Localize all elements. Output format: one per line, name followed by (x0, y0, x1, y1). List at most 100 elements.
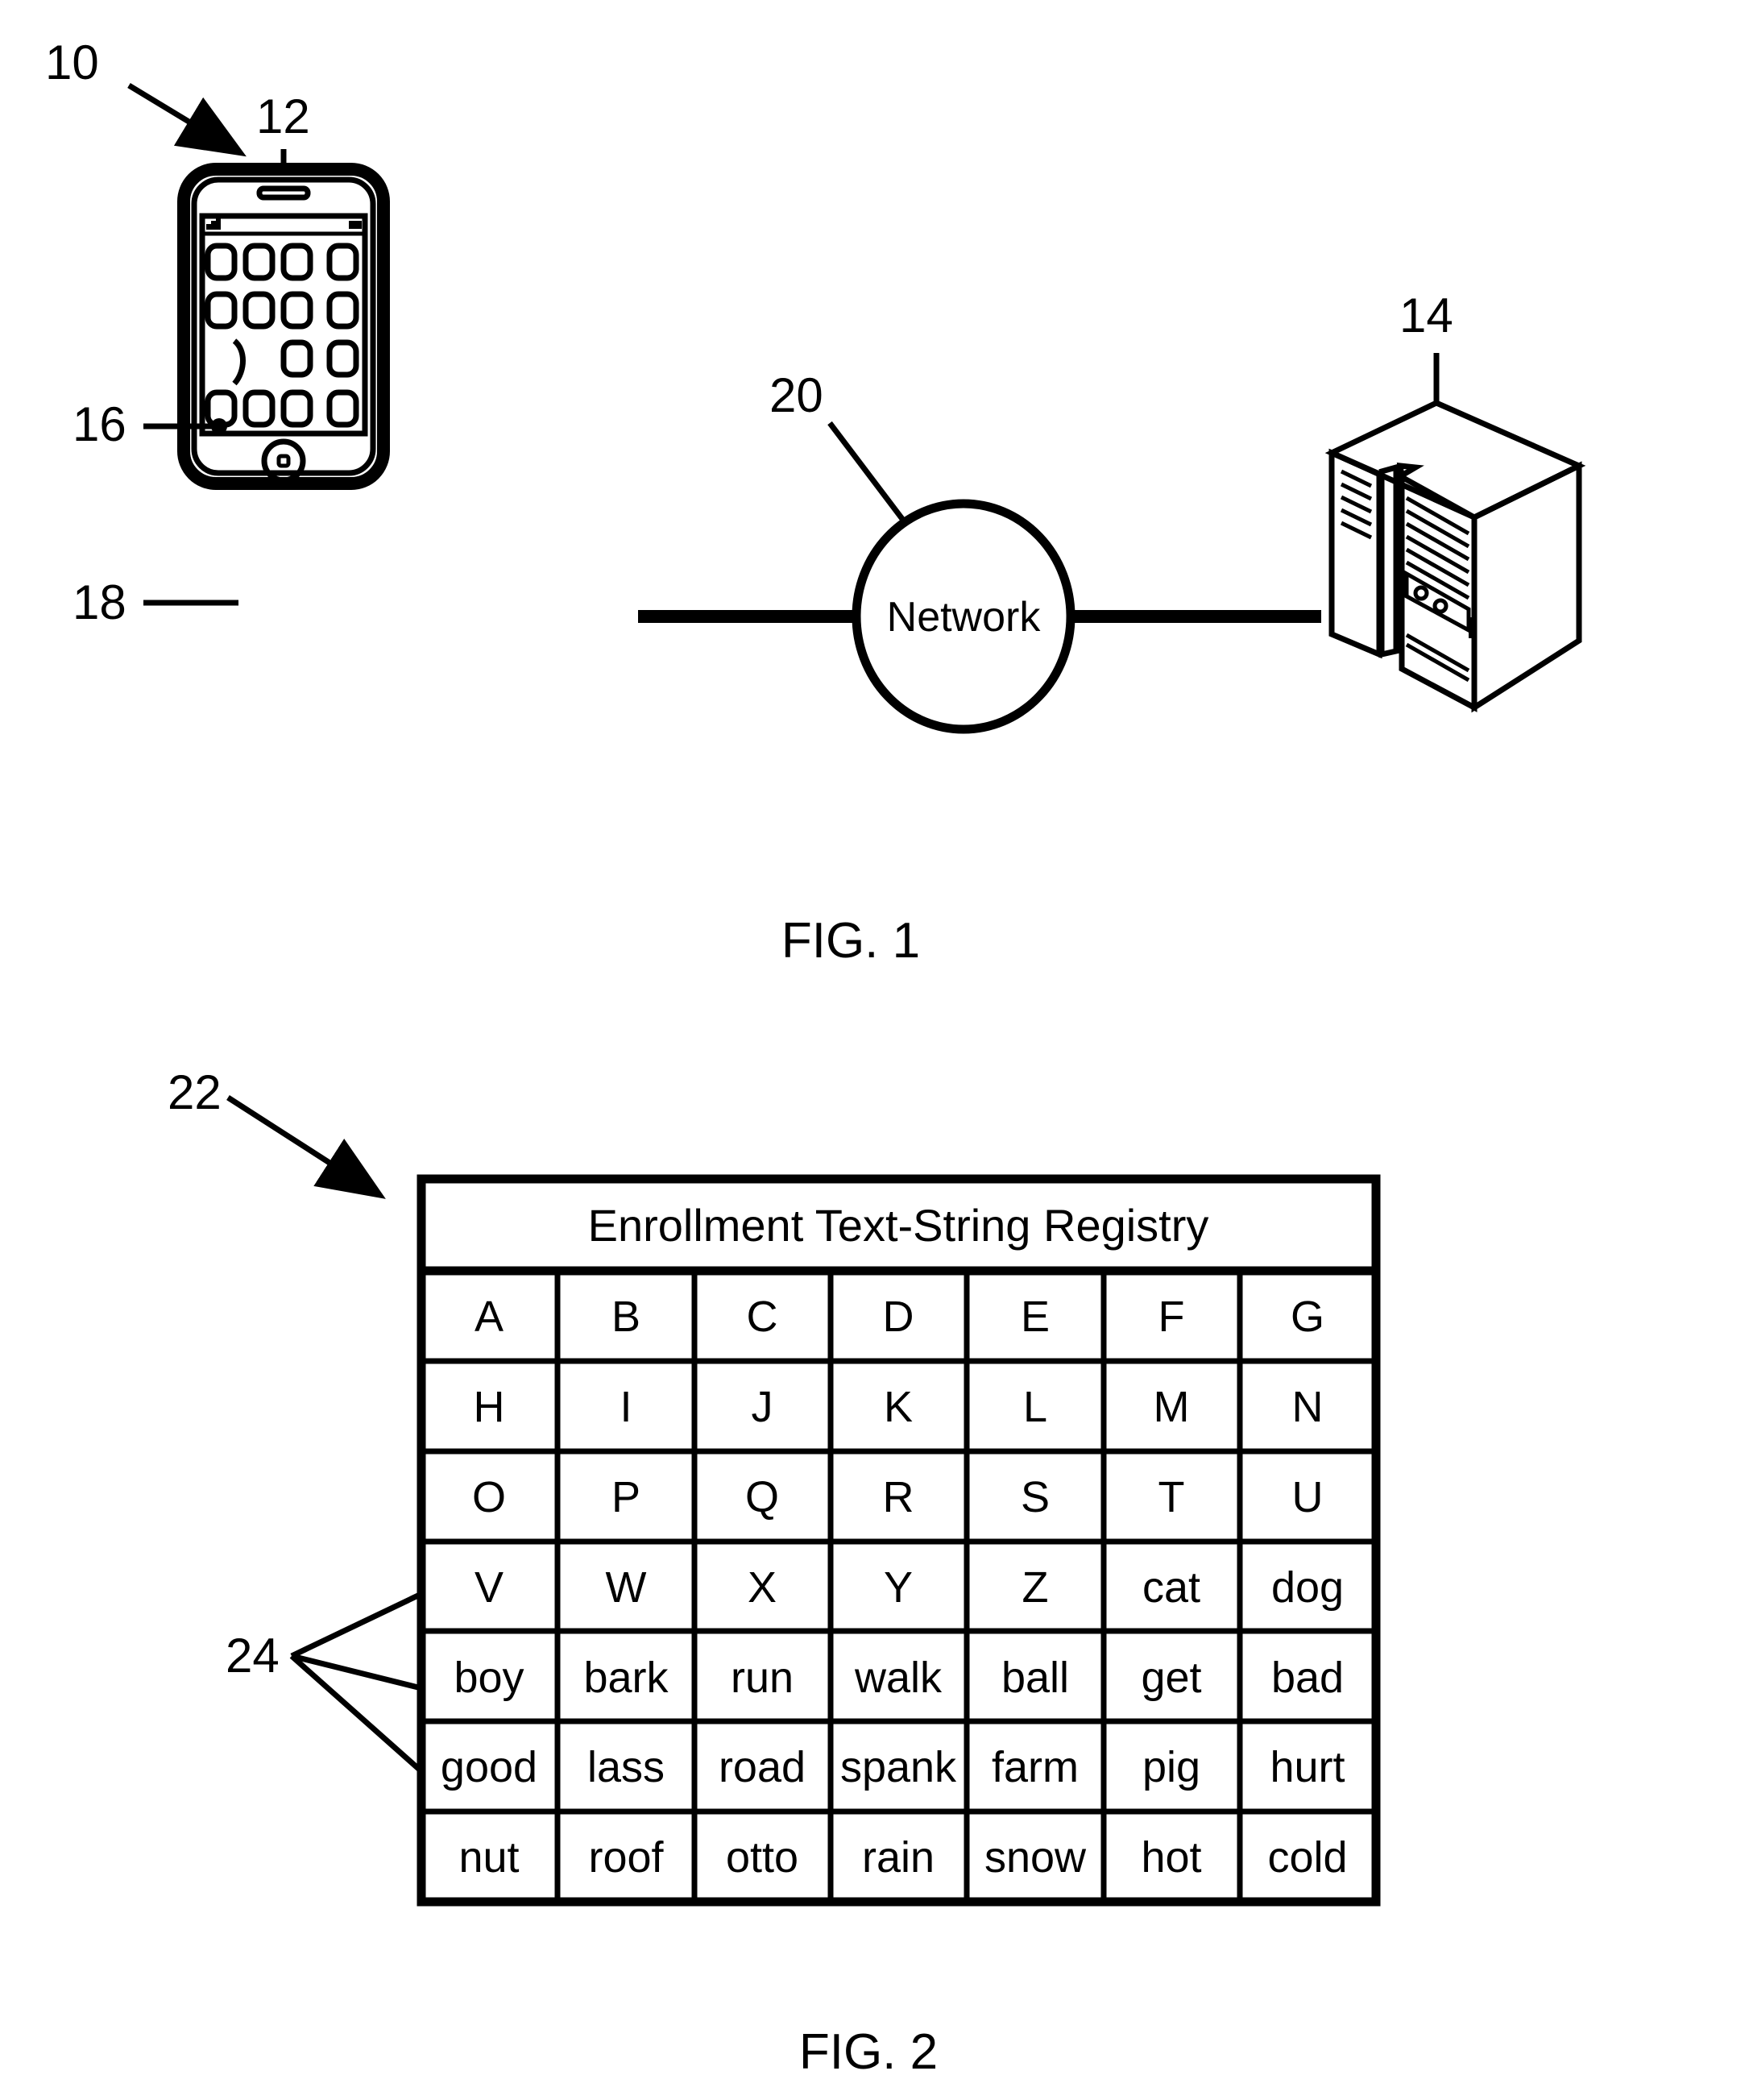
server-seam (1405, 633, 1470, 673)
ref-24-label: 24 (226, 1629, 280, 1683)
ref-24-callout: 24 (226, 1591, 424, 1774)
app-icon (280, 243, 313, 281)
table-cell: U (1292, 1473, 1324, 1521)
app-icon (242, 243, 276, 281)
app-icon-grid (205, 243, 359, 428)
table-cell: hurt (1270, 1743, 1345, 1791)
table-cell: boy (454, 1654, 524, 1702)
table-cell: B (611, 1293, 640, 1341)
table-cell: cat (1142, 1563, 1200, 1612)
table-cell: Z (1022, 1563, 1049, 1612)
ref-12-label: 12 (256, 89, 310, 143)
table-cell: R (883, 1473, 914, 1521)
network-node: Network (852, 499, 1076, 734)
table-cell: spank (840, 1743, 957, 1791)
mobile-device-illustration (177, 163, 390, 490)
app-icon (205, 243, 238, 281)
table-row: O P Q R S T U (472, 1473, 1324, 1521)
ref-14-callout: 14 (1399, 288, 1453, 403)
table-cell: nut (458, 1833, 519, 1882)
table-cell: N (1292, 1383, 1324, 1431)
app-icon (280, 339, 313, 378)
figure-2-group: 22 24 Enrollment Text-String Registry A … (168, 1065, 1381, 2080)
table-cell: dog (1271, 1563, 1344, 1612)
table-cell: bark (583, 1654, 669, 1702)
table-cell: run (731, 1654, 794, 1702)
server-latch (1469, 617, 1476, 638)
network-label: Network (887, 594, 1042, 641)
table-cell: road (719, 1743, 806, 1791)
app-icon (326, 339, 359, 378)
table-cell: A (475, 1293, 504, 1341)
app-icon (280, 291, 313, 330)
table-cell: G (1291, 1293, 1324, 1341)
server-spine (1378, 463, 1399, 658)
app-icon (242, 389, 276, 428)
table-cell: H (474, 1383, 505, 1431)
figure-1-caption: FIG. 1 (781, 913, 920, 969)
table-cell: V (475, 1563, 504, 1612)
server-back-panel (1328, 448, 1382, 659)
table-cell: hot (1141, 1833, 1201, 1882)
table-cell: F (1158, 1293, 1185, 1341)
table-cell: farm (992, 1743, 1079, 1791)
table-cell: Q (745, 1473, 779, 1521)
table-cell: K (884, 1383, 913, 1431)
ref-18-label: 18 (73, 575, 126, 629)
ref-20-callout: 20 (769, 368, 905, 521)
app-icon (326, 291, 359, 330)
table-row: nut roof otto rain snow hot cold (458, 1833, 1347, 1882)
figure-canvas: 10 12 16 18 20 Network 14 FIG. 1 22 24 E… (45, 35, 1586, 2080)
table-cell: I (620, 1383, 632, 1431)
server-door-tab (1396, 463, 1424, 480)
table-cell: M (1154, 1383, 1190, 1431)
table-cell: rain (862, 1833, 935, 1882)
table-cell: C (747, 1293, 778, 1341)
table-cell: W (606, 1563, 647, 1612)
signal-strength-icon (206, 218, 221, 230)
table-cell: S (1021, 1473, 1050, 1521)
server-top-face (1324, 400, 1586, 521)
server-back-vents (1340, 469, 1373, 540)
registry-table-title: Enrollment Text-String Registry (588, 1200, 1209, 1251)
ref-18-callout: 18 (73, 575, 238, 629)
app-icon (280, 389, 313, 428)
table-cell: roof (588, 1833, 664, 1882)
ref-22-label: 22 (168, 1065, 222, 1119)
ref-22-callout: 22 (168, 1065, 386, 1199)
table-cell: L (1023, 1383, 1047, 1431)
table-cell: T (1158, 1473, 1185, 1521)
server-right-face (1471, 461, 1582, 713)
server-led-icon (1413, 585, 1429, 601)
table-row: boy bark run walk ball get bad (454, 1654, 1344, 1702)
ref-10-leader (127, 83, 247, 157)
earpiece-speaker-icon (256, 185, 311, 201)
app-icon (326, 243, 359, 281)
table-cell: ball (1001, 1654, 1069, 1702)
app-icon (242, 291, 276, 330)
figure-2-caption: FIG. 2 (799, 2024, 938, 2080)
table-cell: P (611, 1473, 640, 1521)
ref-22-leader (226, 1095, 386, 1199)
table-cell: pig (1142, 1743, 1200, 1791)
table-cell: snow (984, 1833, 1087, 1882)
table-cell: get (1141, 1654, 1201, 1702)
ref-24-leader-row4 (290, 1591, 423, 1659)
table-cell: otto (726, 1833, 798, 1882)
ref-10-label: 10 (45, 35, 99, 89)
ref-10-callout: 10 (45, 35, 247, 157)
table-cell: good (441, 1743, 537, 1791)
table-row: good lass road spank farm pig hurt (441, 1743, 1345, 1791)
icon-group-brace (232, 338, 246, 386)
table-cell: bad (1271, 1654, 1344, 1702)
table-row: H I J K L M N (474, 1383, 1324, 1431)
table-row: A B C D E F G (475, 1293, 1324, 1341)
table-cell: walk (854, 1654, 943, 1702)
home-button-square-icon (276, 454, 291, 468)
patent-drawing-sheet: 10 12 16 18 20 Network 14 FIG. 1 22 24 E… (0, 0, 1749, 2100)
server-illustration (1324, 400, 1586, 713)
ref-14-label: 14 (1399, 288, 1453, 342)
selected-app-icon-dot (211, 418, 227, 434)
battery-icon (349, 221, 362, 229)
server-led-icon (1432, 598, 1449, 614)
